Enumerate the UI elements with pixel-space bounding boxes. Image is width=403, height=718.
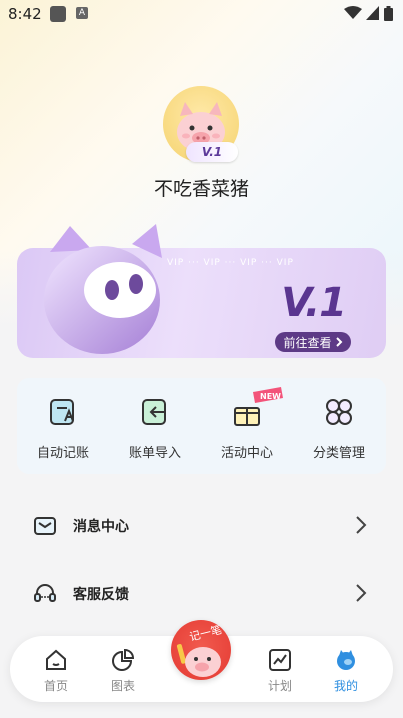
bill-import-icon	[142, 399, 166, 425]
nav-tab-charts[interactable]: 图表	[93, 646, 153, 698]
home-icon	[46, 649, 66, 670]
quick-action-activity-center[interactable]: NEW 活动中心	[201, 378, 293, 474]
nav-tab-label: 计划	[267, 679, 292, 693]
quick-action-auto-bookkeeping[interactable]: 自动记账	[17, 378, 109, 474]
chevron-right-icon	[356, 584, 367, 602]
vip-level-title: V.1	[281, 280, 347, 326]
nav-tab-plan[interactable]: 计划	[250, 646, 310, 698]
vip-mascot-icon	[44, 224, 162, 354]
home-indicator	[0, 712, 403, 718]
new-badge-icon: NEW	[253, 387, 283, 403]
username: 不吃香菜猪	[153, 178, 249, 200]
vip-strip-text: VIP ··· VIP ··· VIP ··· VIP	[167, 258, 294, 268]
pie-chart-icon	[112, 648, 135, 671]
vip-view-label: 前往查看	[283, 335, 332, 350]
battery-icon	[384, 5, 393, 21]
status-indicators	[344, 5, 393, 21]
chevron-right-icon	[356, 516, 367, 534]
vip-view-button[interactable]: 前往查看	[275, 332, 351, 352]
quick-action-label: 自动记账	[36, 446, 89, 461]
nav-tab-label: 首页	[43, 679, 68, 693]
quick-action-category-management[interactable]: 分类管理	[293, 378, 385, 474]
svg-text:NEW: NEW	[260, 392, 281, 401]
wifi-icon	[344, 6, 362, 19]
trend-icon	[269, 649, 291, 671]
notification-icon	[50, 6, 66, 22]
menu-item-message-center[interactable]: 消息中心	[0, 500, 403, 552]
signal-icon	[366, 6, 379, 20]
auto-bookkeeping-icon	[50, 399, 74, 425]
menu-item-label: 客服反馈	[73, 587, 129, 603]
pig-mascot-icon	[176, 644, 221, 677]
nav-tab-label: 图表	[110, 679, 135, 693]
vip-level-badge-text: V.1	[201, 145, 223, 159]
quick-actions-panel: 自动记账 账单导入 NEW 活动中心 分类管理	[17, 378, 386, 474]
chevron-right-icon	[335, 337, 342, 347]
menu-item-customer-feedback[interactable]: 客服反馈	[0, 568, 403, 620]
quick-action-label: 活动中心	[220, 446, 273, 461]
nav-tab-profile[interactable]: 我的	[316, 646, 376, 698]
vip-level-badge: V.1	[186, 142, 238, 162]
headset-icon	[34, 584, 56, 602]
nav-tab-label: 我的	[333, 679, 358, 693]
quick-action-bill-import[interactable]: 账单导入	[109, 378, 201, 474]
menu-item-label: 消息中心	[73, 519, 129, 535]
notification-app-icon: A	[76, 7, 88, 19]
status-bar: 8:42 A	[0, 0, 403, 28]
status-time: 8:42	[8, 5, 42, 23]
profile-icon	[337, 650, 355, 670]
mail-icon	[34, 517, 56, 535]
quick-action-label: 分类管理	[312, 446, 365, 461]
record-entry-button[interactable]: 记一笔	[171, 620, 231, 680]
quick-action-label: 账单导入	[128, 446, 181, 461]
category-grid-icon	[326, 399, 352, 425]
nav-tab-home[interactable]: 首页	[26, 646, 86, 698]
